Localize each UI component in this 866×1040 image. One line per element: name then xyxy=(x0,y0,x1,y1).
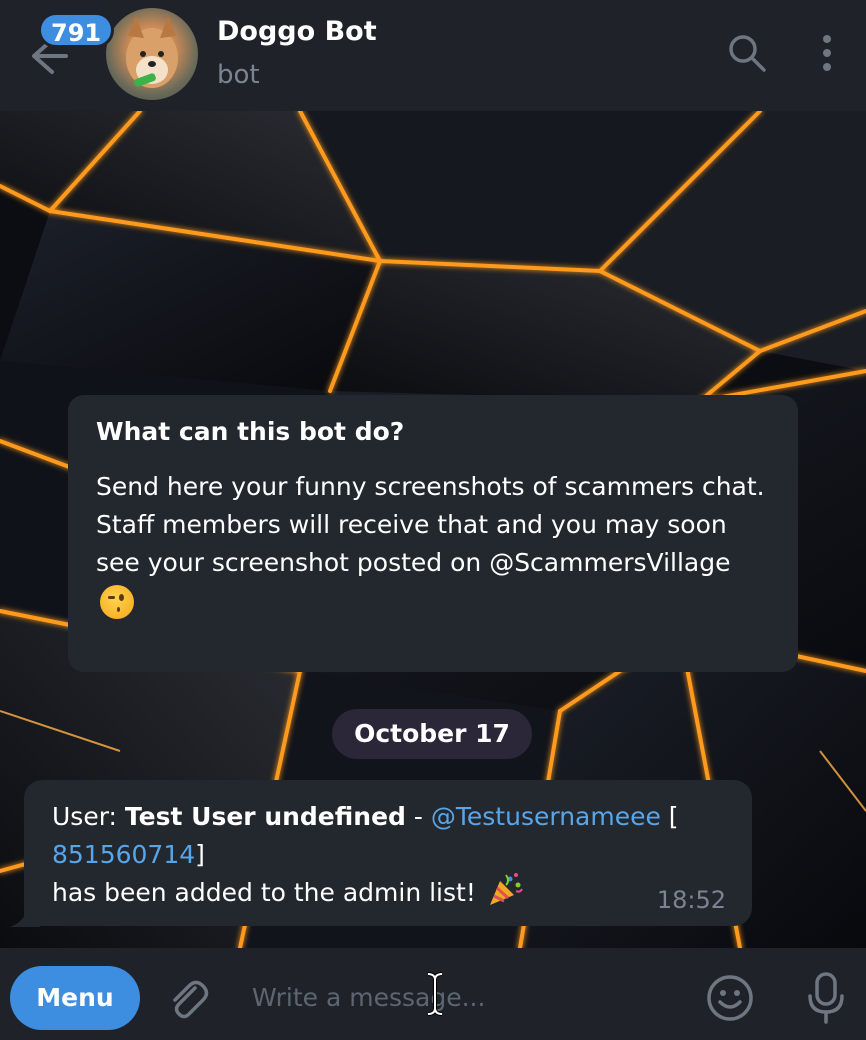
message-text: User: Test User undefined - @Testusernam… xyxy=(52,798,724,913)
search-icon[interactable] xyxy=(724,30,770,76)
message-line2: has been added to the admin list! xyxy=(52,878,484,907)
date-separator: October 17 xyxy=(332,709,532,759)
message-composer: Menu xyxy=(0,948,866,1040)
message-close-bracket: ] xyxy=(195,840,205,869)
message-timestamp: 18:52 xyxy=(656,886,726,914)
party-popper-emoji-icon xyxy=(489,873,523,905)
bot-info-body: Send here your funny screenshots of scam… xyxy=(96,468,770,620)
chat-header: 791 Doggo Bot bot xyxy=(0,0,866,111)
menu-button[interactable]: Menu xyxy=(10,966,140,1030)
text-cursor-icon xyxy=(427,972,443,1016)
bot-info-line2: Staff members will receive that and you … xyxy=(96,506,770,620)
winking-face-emoji-icon xyxy=(100,585,134,619)
unread-count-badge: 791 xyxy=(38,12,115,48)
chat-subtitle: bot xyxy=(217,60,260,90)
user-id-link[interactable]: 851560714 xyxy=(52,840,195,869)
message-separator: - xyxy=(405,802,431,831)
username-link[interactable]: @Testusernameee xyxy=(431,802,661,831)
microphone-icon[interactable] xyxy=(804,970,848,1026)
message-user-name: Test User undefined xyxy=(124,802,406,831)
incoming-message[interactable]: User: Test User undefined - @Testusernam… xyxy=(24,780,752,926)
chat-title[interactable]: Doggo Bot xyxy=(217,16,377,47)
message-open-bracket: [ xyxy=(660,802,679,831)
bot-info-line1: Send here your funny screenshots of scam… xyxy=(96,472,765,501)
more-vertical-icon[interactable] xyxy=(810,30,844,76)
bot-info-line2-text: Staff members will receive that and you … xyxy=(96,510,731,577)
attach-icon[interactable] xyxy=(162,974,212,1024)
message-prefix: User: xyxy=(52,802,125,831)
bot-info-title: What can this bot do? xyxy=(96,417,405,446)
avatar[interactable] xyxy=(106,8,198,100)
emoji-icon[interactable] xyxy=(704,972,756,1024)
bot-info-card: What can this bot do? Send here your fun… xyxy=(68,395,798,672)
message-input[interactable] xyxy=(240,972,680,1022)
